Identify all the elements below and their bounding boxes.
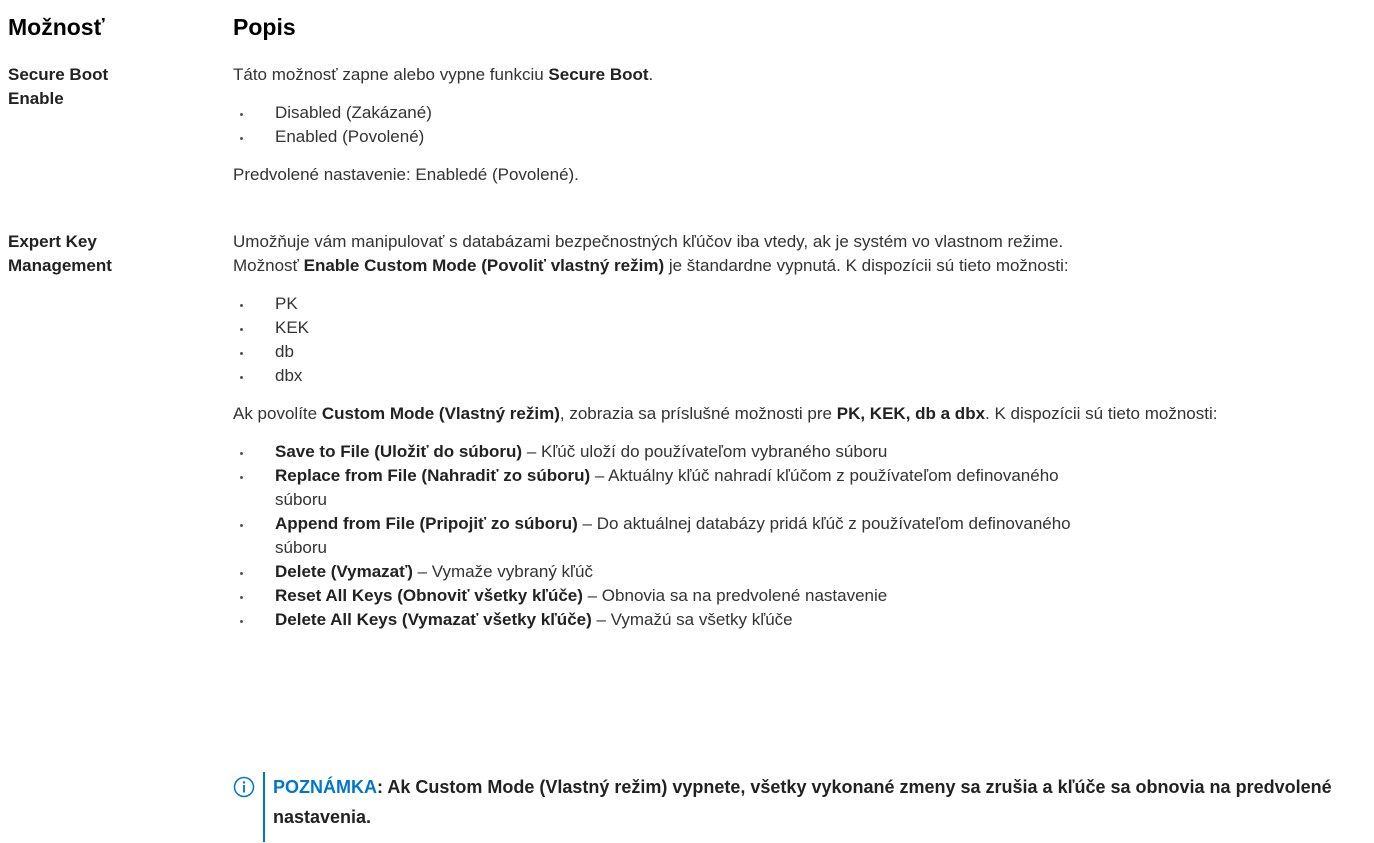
text-run: . K dispozícii sú tieto možnosti: bbox=[985, 404, 1218, 423]
list-item: Disabled (Zakázané) bbox=[233, 101, 1363, 125]
description-expert-key-management: Umožňuje vám manipulovať s databázami be… bbox=[233, 230, 1363, 632]
text-run: Ak povolíte bbox=[233, 404, 322, 423]
bullet-list-states: Disabled (Zakázané) Enabled (Povolené) bbox=[233, 101, 1363, 149]
action-description: – Obnovia sa na predvolené nastavenie bbox=[582, 586, 888, 605]
default-setting-text: Predvolené nastavenie: Enabledé (Povolen… bbox=[233, 165, 579, 184]
info-circle-icon bbox=[233, 776, 255, 798]
action-name: Save to File (Uložiť do súboru) bbox=[275, 442, 523, 461]
option-name-line: Management bbox=[8, 256, 112, 275]
note-divider bbox=[263, 772, 265, 842]
text-run: . bbox=[648, 65, 654, 84]
list-item: db bbox=[233, 340, 1363, 364]
text-run: Možnosť bbox=[233, 256, 304, 275]
action-name: Delete All Keys (Vymazať všetky kľúče) bbox=[275, 610, 592, 629]
note-text: POZNÁMKA: Ak Custom Mode (Vlastný režim)… bbox=[273, 772, 1358, 832]
note-body: : Ak Custom Mode (Vlastný režim) vypnete… bbox=[273, 777, 1332, 827]
list-item: KEK bbox=[233, 316, 1363, 340]
option-name-line: Secure Boot bbox=[8, 65, 109, 84]
bullet-list-actions: Save to File (Uložiť do súboru) – Kľúč u… bbox=[233, 440, 1113, 632]
action-description: – Kľúč uloží do používateľom vybraného s… bbox=[522, 442, 888, 461]
bold-term: Secure Boot bbox=[548, 65, 649, 84]
description-secure-boot-enable: Táto možnosť zapne alebo vypne funkciu S… bbox=[233, 63, 1363, 187]
option-name-line: Expert Key bbox=[8, 232, 97, 251]
option-name-line: Enable bbox=[8, 89, 64, 108]
text-run: Táto možnosť zapne alebo vypne funkciu bbox=[233, 65, 549, 84]
action-description: – Vymaže vybraný kľúč bbox=[412, 562, 593, 581]
action-description: – Vymažú sa všetky kľúče bbox=[591, 610, 793, 629]
action-name: Reset All Keys (Obnoviť všetky kľúče) bbox=[275, 586, 583, 605]
action-name: Append from File (Pripojiť zo súboru) bbox=[275, 514, 578, 533]
option-name-expert-key-management: Expert Key Management bbox=[8, 230, 208, 278]
list-item: Replace from File (Nahradiť zo súboru) –… bbox=[233, 464, 1113, 512]
bold-term: Enable Custom Mode (Povoliť vlastný reži… bbox=[303, 256, 665, 275]
list-item: Append from File (Pripojiť zo súboru) – … bbox=[233, 512, 1113, 560]
intro-paragraph: Táto možnosť zapne alebo vypne funkciu S… bbox=[233, 63, 1363, 87]
action-name: Delete (Vymazať) bbox=[275, 562, 413, 581]
option-name-secure-boot-enable: Secure Boot Enable bbox=[8, 63, 208, 111]
bold-term: PK, KEK, db a dbx bbox=[836, 404, 986, 423]
bold-term: Custom Mode (Vlastný režim) bbox=[321, 404, 560, 423]
action-name: Replace from File (Nahradiť zo súboru) bbox=[275, 466, 591, 485]
list-item: Reset All Keys (Obnoviť všetky kľúče) – … bbox=[233, 584, 1113, 608]
list-item: Delete (Vymazať) – Vymaže vybraný kľúč bbox=[233, 560, 1113, 584]
column-header-description: Popis bbox=[233, 14, 296, 40]
column-header-option: Možnosť bbox=[8, 14, 105, 40]
bullet-list-keys: PK KEK db dbx bbox=[233, 292, 1363, 388]
list-item: Enabled (Povolené) bbox=[233, 125, 1363, 149]
list-item: dbx bbox=[233, 364, 1363, 388]
text-run: je štandardne vypnutá. K dispozícii sú t… bbox=[664, 256, 1069, 275]
custom-mode-paragraph: Ak povolíte Custom Mode (Vlastný režim),… bbox=[233, 402, 1363, 426]
note-label: POZNÁMKA bbox=[273, 777, 377, 797]
list-item: Delete All Keys (Vymazať všetky kľúče) –… bbox=[233, 608, 1113, 632]
list-item: Save to File (Uložiť do súboru) – Kľúč u… bbox=[233, 440, 1113, 464]
list-item: PK bbox=[233, 292, 1363, 316]
intro-paragraph: Umožňuje vám manipulovať s databázami be… bbox=[233, 230, 1363, 278]
document-page: Možnosť Popis Secure Boot Enable Táto mo… bbox=[0, 0, 1374, 843]
text-run: Umožňuje vám manipulovať s databázami be… bbox=[233, 232, 1064, 251]
text-run: , zobrazia sa príslušné možnosti pre bbox=[559, 404, 837, 423]
